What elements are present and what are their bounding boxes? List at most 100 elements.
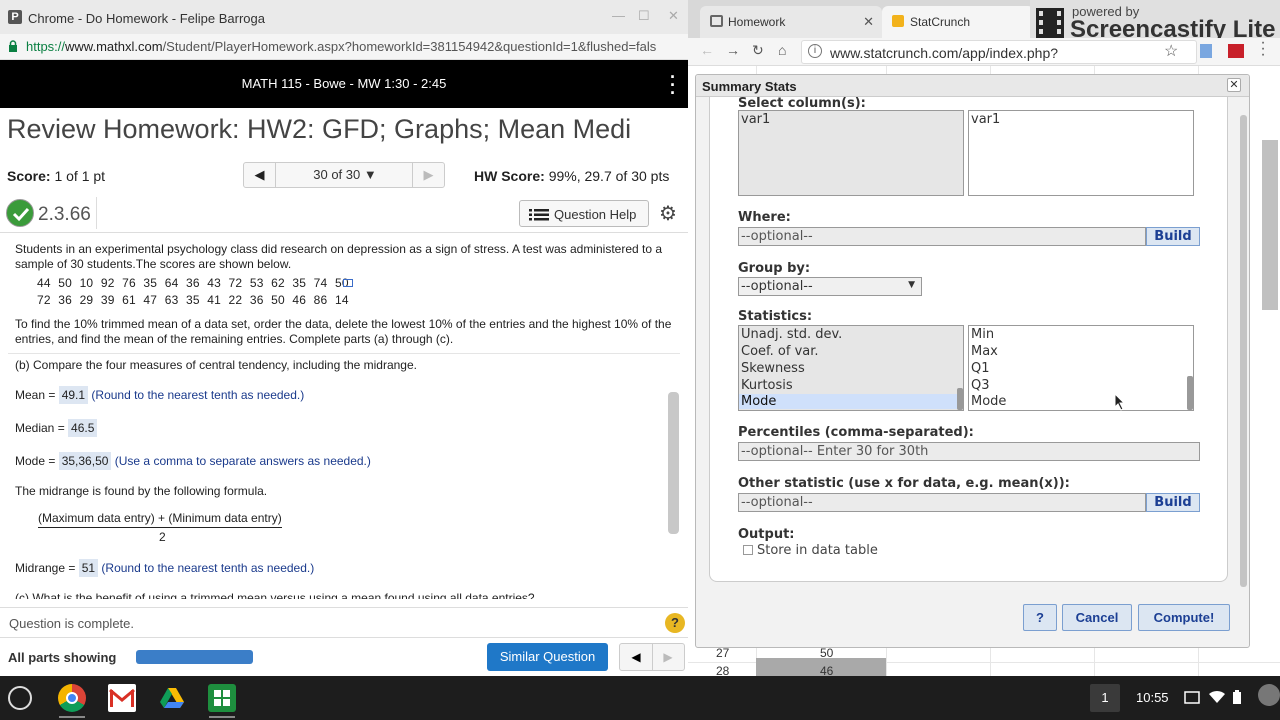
notification-count[interactable]: 1 [1090, 684, 1120, 712]
minimize-icon[interactable]: — [612, 8, 625, 23]
statistic-option[interactable]: Mode [971, 394, 1006, 409]
title-bar: P Chrome - Do Homework - Felipe Barroga … [0, 0, 688, 34]
other-build-button[interactable]: Build [1146, 493, 1200, 512]
statistic-option-selected[interactable]: Mode [739, 394, 957, 409]
battery-icon [1233, 690, 1241, 704]
question-count-dropdown[interactable]: 30 of 30 ▼ [276, 163, 414, 187]
percentiles-input[interactable]: --optional-- Enter 30 for 30th [738, 442, 1200, 461]
calculator-icon[interactable] [208, 684, 236, 712]
column-option[interactable]: var1 [741, 112, 770, 127]
tab-statcrunch[interactable]: StatCrunch [882, 6, 1034, 38]
back-icon[interactable]: ← [700, 42, 714, 58]
median-answer[interactable]: 46.5 [68, 419, 98, 437]
url-text: https://www.mathxl.com/Student/PlayerHom… [26, 39, 657, 54]
statistic-option[interactable]: Max [971, 344, 998, 359]
help-icon[interactable]: ? [665, 613, 685, 633]
launcher-icon[interactable] [8, 686, 32, 710]
prev-question-button[interactable]: ◀ [620, 644, 653, 670]
statcrunch-icon [892, 15, 904, 27]
score-row: Score: 1 of 1 pt ◀ 30 of 30 ▼ ▶ HW Score… [0, 160, 688, 192]
row-number: 28 [716, 664, 730, 676]
list-scrollbar[interactable] [1187, 376, 1193, 410]
address-bar[interactable]: i www.statcrunch.com/app/index.php? [801, 40, 1197, 64]
similar-question-button[interactable]: Similar Question [487, 643, 608, 671]
avatar[interactable] [1258, 684, 1280, 706]
gmail-icon[interactable] [108, 684, 136, 712]
next-question-button[interactable]: ▶ [412, 163, 444, 187]
store-checkbox[interactable] [743, 545, 753, 555]
course-title: MATH 115 - Bowe - MW 1:30 - 2:45 [241, 76, 447, 91]
cell-value[interactable]: 50 [820, 646, 833, 660]
chrome-icon[interactable] [58, 684, 86, 712]
columns-available-list[interactable]: var1 [738, 110, 964, 196]
column-option[interactable]: var1 [971, 112, 1000, 127]
gear-icon[interactable]: ⚙ [659, 204, 677, 224]
home-icon[interactable]: ⌂ [778, 42, 786, 58]
midrange-answer[interactable]: 51 [78, 559, 99, 577]
running-indicator [59, 716, 85, 718]
reload-icon[interactable]: ↻ [752, 42, 764, 59]
question-help-button[interactable]: Question Help [519, 200, 649, 227]
statistic-option[interactable]: Unadj. std. dev. [741, 327, 842, 342]
forward-icon[interactable]: → [726, 42, 740, 58]
address-bar[interactable]: https://www.mathxl.com/Student/PlayerHom… [0, 34, 688, 60]
cell-value[interactable]: 46 [820, 664, 833, 676]
copy-data-icon[interactable] [343, 279, 353, 287]
statistic-option[interactable]: Kurtosis [741, 378, 793, 393]
question-navigator: ◀ 30 of 30 ▼ ▶ [243, 162, 445, 188]
dropdown-arrow-icon: ▼ [908, 280, 915, 290]
trimmed-instructions: To find the 10% trimmed mean of a data s… [15, 317, 672, 346]
dialog-header: Summary Stats ✕ [696, 75, 1249, 97]
menu-icon[interactable]: · · · [1260, 35, 1266, 63]
other-statistic-label: Other statistic (use x for data, e.g. me… [738, 476, 1070, 491]
more-menu-icon[interactable]: · · · [670, 68, 676, 102]
close-icon[interactable]: ✕ [668, 8, 679, 24]
prev-question-button[interactable]: ◀ [244, 163, 276, 187]
chevron-down-icon: ▼ [363, 167, 377, 182]
score: Score: 1 of 1 pt [7, 168, 106, 184]
formula-numerator: (Maximum data entry) + (Minimum data ent… [38, 511, 282, 528]
statistic-option[interactable]: Min [971, 327, 994, 342]
mean-answer[interactable]: 49.1 [58, 386, 89, 404]
group-by-select[interactable]: --optional-- ▼ [738, 277, 922, 296]
bottom-navigator: ◀ ▶ [619, 643, 685, 671]
list-scrollbar[interactable] [957, 388, 963, 410]
question-complete-text: Question is complete. [9, 616, 135, 631]
other-statistic-input[interactable]: --optional-- [738, 493, 1146, 512]
statistic-option[interactable]: Q3 [971, 378, 990, 393]
help-button[interactable]: ? [1023, 604, 1057, 631]
film-icon [1036, 8, 1064, 38]
bookmark-star-icon[interactable]: ☆ [1164, 41, 1178, 61]
running-indicator [209, 716, 235, 718]
tab-homework[interactable]: Homework ✕ [700, 6, 882, 38]
divider [96, 197, 97, 229]
mode-answer[interactable]: 35,36,50 [58, 452, 112, 470]
taskbar [0, 676, 1280, 720]
statistics-selected-list[interactable]: Min Max Q1 Q3 Mode [968, 325, 1194, 411]
where-label: Where: [738, 210, 791, 225]
mouse-cursor-icon [1114, 393, 1126, 411]
next-question-button[interactable]: ▶ [652, 644, 684, 670]
question-scrollbar[interactable] [668, 392, 679, 534]
divider [8, 353, 680, 354]
extension-icon[interactable] [1200, 44, 1212, 58]
statistic-option[interactable]: Skewness [741, 361, 805, 376]
compute-button[interactable]: Compute! [1138, 604, 1230, 631]
where-build-button[interactable]: Build [1146, 227, 1200, 246]
part-c-text: (c) What is the benefit of using a trimm… [15, 591, 535, 599]
statistic-option[interactable]: Q1 [971, 361, 990, 376]
dialog-scrollbar[interactable] [1240, 115, 1247, 587]
close-tab-icon[interactable]: ✕ [863, 14, 874, 30]
maximize-icon[interactable]: ☐ [638, 8, 650, 24]
cancel-button[interactable]: Cancel [1062, 604, 1132, 631]
drive-icon[interactable] [158, 684, 186, 712]
statistics-available-list[interactable]: Unadj. std. dev. Coef. of var. Skewness … [738, 325, 964, 411]
columns-selected-list[interactable]: var1 [968, 110, 1194, 196]
parts-progress-bar [136, 650, 253, 664]
statistic-option[interactable]: Coef. of var. [741, 344, 819, 359]
window-title: Chrome - Do Homework - Felipe Barroga [28, 11, 265, 26]
where-input[interactable]: --optional-- [738, 227, 1146, 246]
close-icon[interactable]: ✕ [1227, 78, 1241, 92]
sheet-scrollbar[interactable] [1262, 140, 1278, 310]
screencastify-extension-icon[interactable] [1228, 44, 1244, 58]
